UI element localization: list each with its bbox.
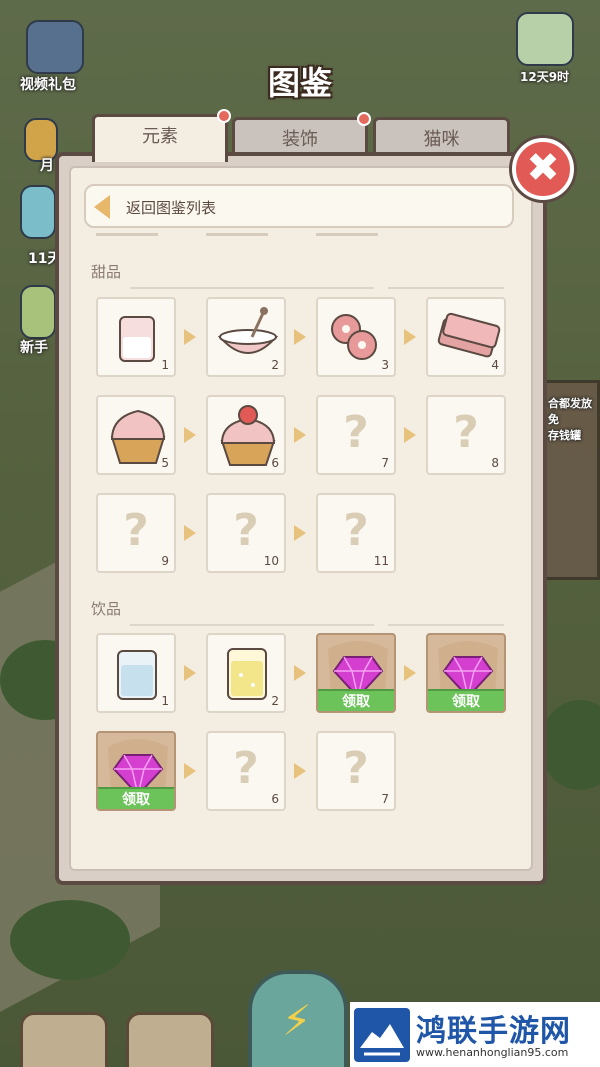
item-number: 8: [491, 456, 499, 470]
question-mark-icon: ?: [343, 407, 369, 458]
item-number: 5: [161, 456, 169, 470]
collection-item[interactable]: 领取: [96, 731, 176, 811]
collection-item[interactable]: 领取: [426, 633, 506, 713]
collection-item[interactable]: ? 8: [426, 395, 506, 475]
collection-item[interactable]: ? 6: [206, 731, 286, 811]
item-number: 2: [271, 358, 279, 372]
collection-item[interactable]: ? 7: [316, 395, 396, 475]
next-arrow-icon: [404, 665, 416, 681]
watermark-logo: [354, 1008, 410, 1062]
item-number: 6: [271, 792, 279, 806]
next-arrow-icon: [184, 525, 196, 541]
item-number: 9: [161, 554, 169, 568]
claim-button[interactable]: 领取: [318, 689, 394, 711]
close-button[interactable]: ✖: [512, 138, 574, 200]
collection-item[interactable]: 2: [206, 297, 286, 377]
question-mark-icon: ?: [343, 743, 369, 794]
watermark-title: 鸿联手游网: [416, 1014, 571, 1049]
tab-label: 元素: [142, 126, 178, 147]
collection-item[interactable]: ? 9: [96, 493, 176, 573]
collection-item[interactable]: 1: [96, 297, 176, 377]
claim-button[interactable]: 领取: [428, 689, 504, 711]
item-number: 6: [271, 456, 279, 470]
next-arrow-icon: [184, 329, 196, 345]
collection-item[interactable]: 5: [96, 395, 176, 475]
tab-label: 猫咪: [423, 129, 460, 150]
next-arrow-icon: [294, 427, 306, 443]
notification-dot: [217, 109, 231, 123]
previous-row-edge: [96, 232, 158, 236]
watermark: 鸿联手游网 www.henanhonglian95.com: [350, 1002, 600, 1067]
item-number: 10: [263, 554, 279, 568]
collection-item[interactable]: ? 7: [316, 731, 396, 811]
previous-row-edge: [316, 232, 378, 236]
collection-item[interactable]: 4: [426, 297, 506, 377]
next-arrow-icon: [184, 665, 196, 681]
next-arrow-icon: [184, 763, 196, 779]
question-mark-icon: ?: [233, 505, 259, 556]
section-label-desserts: 甜品: [91, 263, 122, 281]
close-icon: ✖: [526, 145, 560, 191]
next-arrow-icon: [294, 665, 306, 681]
next-arrow-icon: [294, 763, 306, 779]
side-notice: 合都发放免 存钱罐: [548, 397, 592, 442]
back-to-list-button[interactable]: 返回图鉴列表: [84, 184, 514, 228]
item-number: 7: [381, 792, 389, 806]
section-divider: [388, 287, 504, 289]
page-title: 图鉴: [267, 64, 332, 102]
next-arrow-icon: [184, 427, 196, 443]
section-divider: [130, 624, 374, 626]
bottom-book-button[interactable]: [20, 1012, 108, 1067]
next-arrow-icon: [404, 329, 416, 345]
tab-label: 装饰: [282, 129, 318, 150]
item-number: 7: [381, 456, 389, 470]
claim-button[interactable]: 领取: [98, 787, 174, 809]
bush: [10, 900, 130, 980]
bottom-lock-button[interactable]: [126, 1012, 214, 1067]
question-mark-icon: ?: [343, 505, 369, 556]
newbie-icon[interactable]: [20, 285, 56, 339]
section-divider: [130, 287, 374, 289]
item-number: 3: [381, 358, 389, 372]
question-mark-icon: ?: [453, 407, 479, 458]
notification-dot: [357, 112, 371, 126]
section-divider: [388, 624, 504, 626]
next-arrow-icon: [294, 329, 306, 345]
month-card-label: 月: [40, 158, 54, 174]
item-number: 2: [271, 694, 279, 708]
tab-elements[interactable]: 元素: [92, 109, 231, 162]
next-arrow-icon: [404, 427, 416, 443]
previous-row-edge: [206, 232, 268, 236]
collection-item[interactable]: 1: [96, 633, 176, 713]
eleven-day-icon[interactable]: [20, 185, 56, 239]
item-number: 1: [161, 358, 169, 372]
question-mark-icon: ?: [233, 743, 259, 794]
item-number: 11: [373, 554, 389, 568]
collection-item[interactable]: 3: [316, 297, 396, 377]
collection-item[interactable]: 领取: [316, 633, 396, 713]
collection-item[interactable]: ? 10: [206, 493, 286, 573]
back-label: 返回图鉴列表: [126, 199, 217, 217]
question-mark-icon: ?: [123, 505, 149, 556]
collection-item[interactable]: ? 11: [316, 493, 396, 573]
collection-item[interactable]: 6: [206, 395, 286, 475]
item-number: 1: [161, 694, 169, 708]
item-number: 4: [491, 358, 499, 372]
section-label-drinks: 饮品: [91, 600, 122, 618]
newbie-label: 新手: [20, 340, 48, 356]
watermark-url: www.henanhonglian95.com: [416, 1046, 569, 1059]
next-arrow-icon: [294, 525, 306, 541]
energy-button[interactable]: ⚡: [248, 970, 348, 1067]
back-arrow-icon: [94, 195, 110, 219]
collection-item[interactable]: 2: [206, 633, 286, 713]
lightning-icon: ⚡: [282, 996, 312, 1045]
